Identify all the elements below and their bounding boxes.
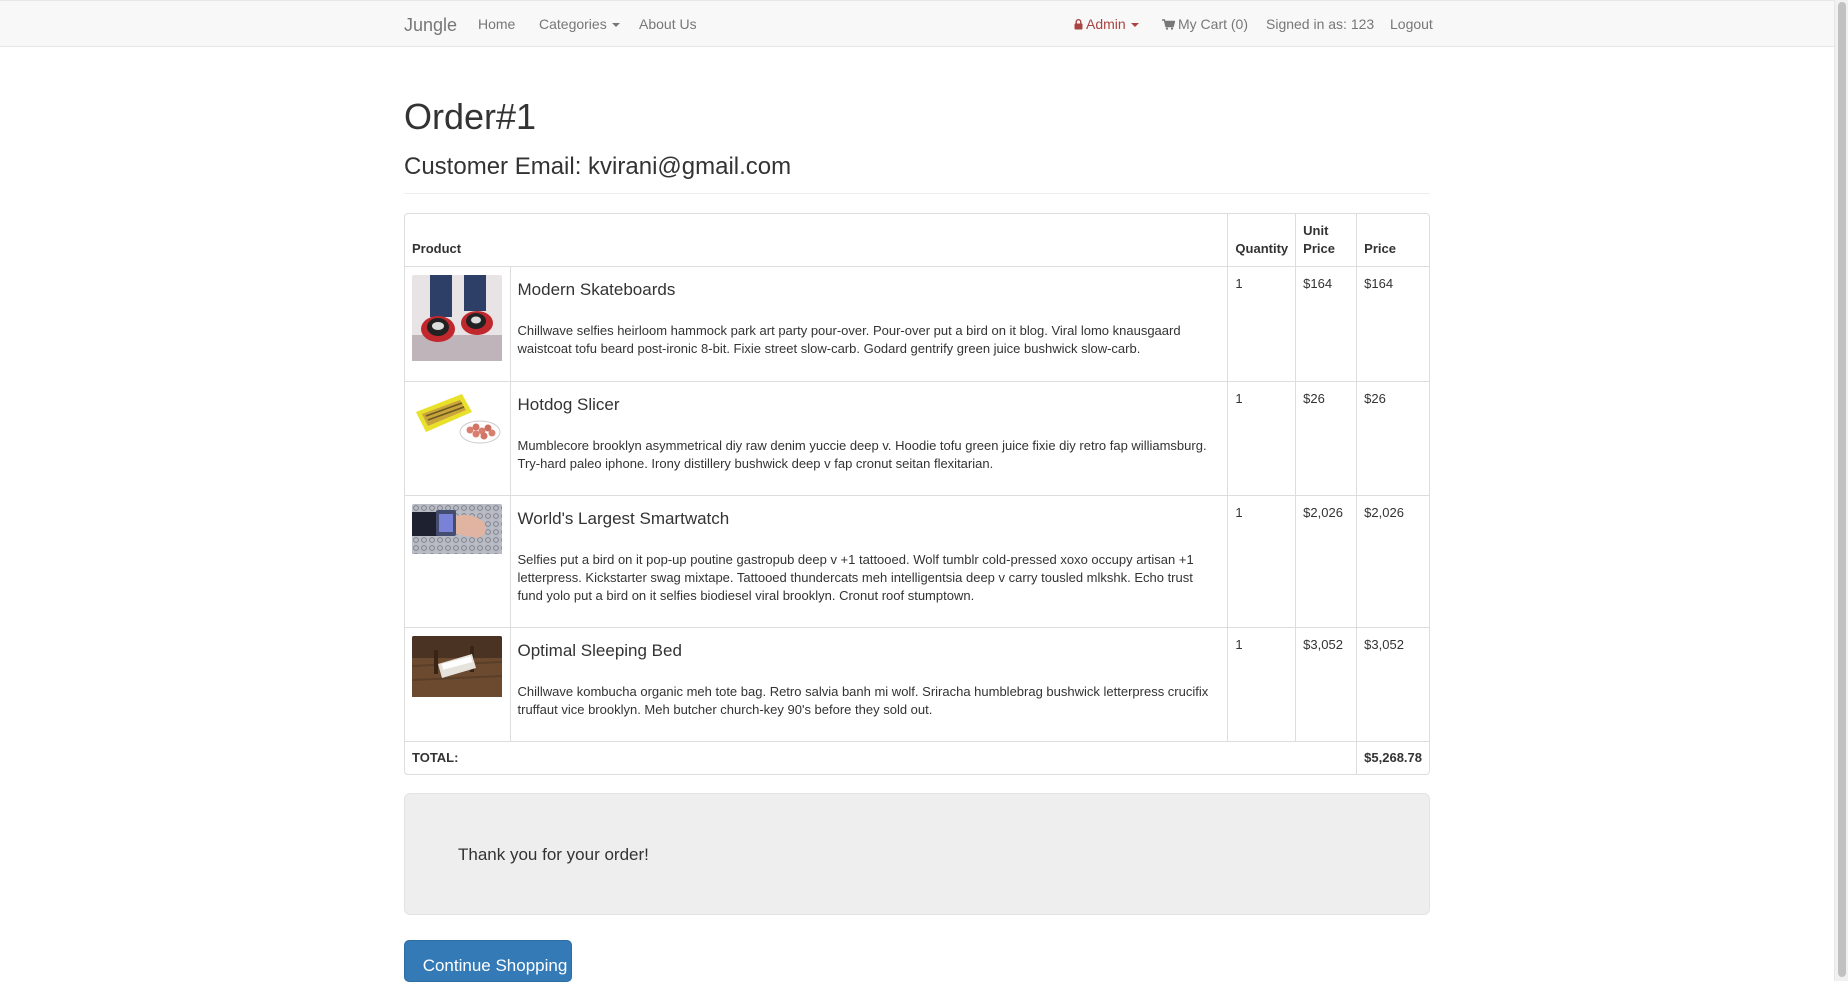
product-quantity: 1	[1227, 266, 1297, 382]
product-name: Hotdog Slicer	[517, 395, 620, 414]
nav-logout-link[interactable]: Logout	[1390, 16, 1433, 32]
customer-email: Customer Email: kvirani@gmail.com	[404, 153, 792, 180]
page-title: Order#1	[404, 96, 537, 137]
nav-admin-label: Admin	[1086, 16, 1126, 32]
thank-you-panel: Thank you for your order!	[404, 793, 1430, 915]
header-divider	[404, 193, 1430, 194]
header-unit-price: Unit Price	[1295, 214, 1358, 267]
header-unit-price-line1: Unit	[1303, 223, 1329, 238]
product-unit-price: $26	[1295, 381, 1358, 496]
product-image-cell	[405, 495, 511, 628]
product-price: $2,026	[1356, 495, 1429, 628]
header-price: Price	[1356, 214, 1429, 267]
product-description: Selfies put a bird on it pop-up poutine …	[517, 552, 1194, 603]
product-description: Chillwave selfies heirloom hammock park …	[517, 323, 1181, 356]
product-description: Mumblecore brooklyn asymmetrical diy raw…	[517, 438, 1207, 471]
nav-cart-label: My Cart (0)	[1178, 16, 1248, 32]
nav-categories-dropdown[interactable]: Categories	[539, 16, 620, 32]
header-product: Product	[405, 214, 1229, 267]
product-name: Optimal Sleeping Bed	[517, 641, 682, 660]
product-image-cell	[405, 381, 511, 496]
nav-home-link[interactable]: Home	[478, 16, 515, 32]
product-name: World's Largest Smartwatch	[517, 509, 730, 528]
product-quantity: 1	[1227, 381, 1297, 496]
header-unit-price-line2: Price	[1303, 241, 1335, 256]
product-price: $26	[1356, 381, 1429, 496]
nav-signed-in-text: Signed in as: 123	[1266, 16, 1375, 32]
thank-you-message: Thank you for your order!	[458, 845, 649, 864]
top-navbar: Jungle Home Categories About Us Admin My…	[0, 0, 1834, 47]
product-price: $3,052	[1356, 627, 1429, 742]
product-unit-price: $3,052	[1295, 627, 1358, 742]
nav-about-link[interactable]: About Us	[639, 16, 697, 32]
product-image-cell	[405, 266, 511, 382]
order-table-wrapper: Product Quantity Unit Price Price Modern…	[404, 213, 1430, 775]
total-value: $5,268.78	[1356, 741, 1429, 774]
scrollbar-thumb[interactable]	[1838, 2, 1846, 977]
product-image-cell	[405, 627, 511, 742]
product-image-smartwatch	[412, 504, 502, 557]
product-name: Modern Skateboards	[517, 280, 676, 299]
product-description: Chillwave kombucha organic meh tote bag.…	[517, 684, 1209, 717]
table-header-row: Product Quantity Unit Price Price	[405, 214, 1429, 267]
brand-link[interactable]: Jungle	[404, 15, 457, 36]
product-image-hotdog-slicer	[412, 390, 502, 449]
page-scrollbar[interactable]	[1834, 0, 1848, 981]
product-price: $164	[1356, 266, 1429, 382]
product-info-cell: Optimal Sleeping Bed Chillwave kombucha …	[509, 627, 1229, 742]
product-quantity: 1	[1227, 495, 1297, 628]
table-row: Modern Skateboards Chillwave selfies hei…	[405, 266, 1429, 382]
product-info-cell: World's Largest Smartwatch Selfies put a…	[509, 495, 1229, 628]
product-image-skateboards	[412, 275, 502, 364]
order-table: Product Quantity Unit Price Price Modern…	[405, 214, 1429, 774]
lock-icon	[1074, 17, 1083, 33]
continue-shopping-button[interactable]: Continue Shopping	[404, 940, 572, 982]
table-row: Optimal Sleeping Bed Chillwave kombucha …	[405, 627, 1429, 742]
header-quantity: Quantity	[1227, 214, 1297, 267]
nav-cart-link[interactable]: My Cart (0)	[1162, 16, 1248, 33]
product-info-cell: Modern Skateboards Chillwave selfies hei…	[509, 266, 1229, 382]
nav-admin-dropdown[interactable]: Admin	[1074, 16, 1139, 33]
product-info-cell: Hotdog Slicer Mumblecore brooklyn asymme…	[509, 381, 1229, 496]
total-label: TOTAL:	[405, 741, 1358, 774]
chevron-down-icon	[611, 23, 620, 28]
chevron-down-icon	[1130, 23, 1139, 28]
total-row: TOTAL: $5,268.78	[405, 741, 1429, 774]
table-row: Hotdog Slicer Mumblecore brooklyn asymme…	[405, 381, 1429, 496]
product-unit-price: $2,026	[1295, 495, 1358, 628]
product-quantity: 1	[1227, 627, 1297, 742]
product-unit-price: $164	[1295, 266, 1358, 382]
shopping-cart-icon	[1162, 17, 1176, 33]
product-image-sleeping-bed	[412, 636, 502, 700]
navbar-inner: Jungle Home Categories About Us Admin My…	[404, 1, 1433, 47]
table-row: World's Largest Smartwatch Selfies put a…	[405, 495, 1429, 628]
nav-categories-label: Categories	[539, 16, 607, 32]
